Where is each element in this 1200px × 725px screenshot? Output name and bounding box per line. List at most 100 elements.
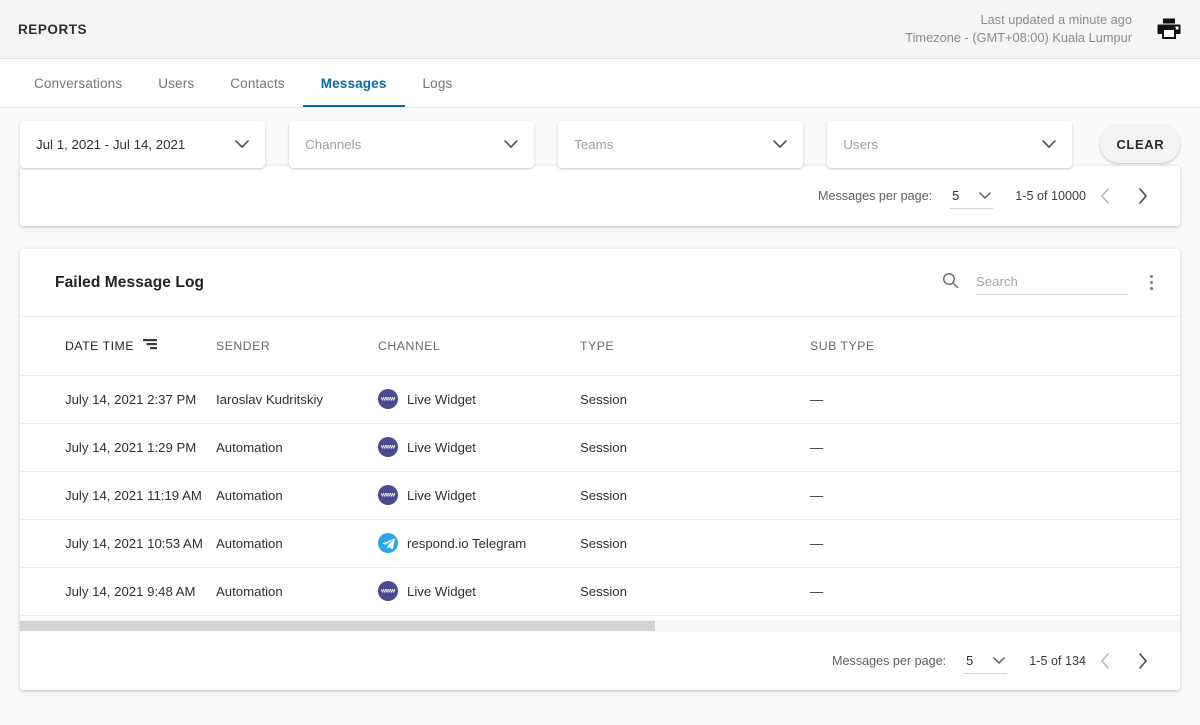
column-label: CHANNEL [378, 338, 441, 353]
log-page-size-select[interactable]: 5 [964, 649, 1008, 674]
cell-type: Session [580, 375, 810, 424]
tab-label: Users [158, 75, 195, 91]
chevron-right-icon [1139, 188, 1148, 204]
live-widget-icon: www [378, 389, 398, 409]
chevron-down-icon [490, 139, 519, 149]
cell-channel-label: Live Widget [407, 391, 476, 407]
search-icon[interactable] [942, 272, 959, 294]
search-input[interactable] [976, 270, 1128, 295]
log-card-title: Failed Message Log [55, 273, 205, 291]
top-paginator-next-button[interactable] [1124, 177, 1162, 215]
header-right: Last updated a minute ago Timezone - (GM… [905, 11, 1184, 47]
scrollbar-thumb[interactable] [20, 621, 655, 631]
cell-channel: www Live Widget [378, 471, 580, 520]
tab-messages[interactable]: Messages [302, 59, 405, 107]
telegram-icon [378, 533, 398, 553]
users-select[interactable]: Users [827, 120, 1073, 168]
log-card-footer: Messages per page: 5 1-5 of 134 [20, 632, 1180, 690]
log-paginator-prev-button[interactable] [1086, 642, 1124, 680]
column-label: TYPE [580, 338, 615, 353]
cell-channel: respond.io Telegram [378, 519, 580, 568]
cell-sub-type: — [810, 423, 1180, 472]
column-header-date-time[interactable]: DATE TIME [20, 317, 216, 376]
chevron-down-icon [759, 139, 788, 149]
tab-logs[interactable]: Logs [405, 59, 471, 107]
top-page-size-value: 5 [952, 187, 960, 203]
app-header: REPORTS Last updated a minute ago Timezo… [0, 0, 1200, 59]
top-paginator: Messages per page: 5 1-5 of 10000 [818, 177, 1180, 215]
cell-type: Session [580, 519, 810, 568]
chevron-right-icon [1139, 653, 1148, 669]
top-page-size-select[interactable]: 5 [950, 184, 994, 209]
cell-sender: Automation [216, 567, 378, 616]
cell-sub-type: — [810, 567, 1180, 616]
tab-contacts[interactable]: Contacts [212, 59, 302, 107]
search-box [942, 270, 1128, 295]
print-button[interactable] [1154, 14, 1184, 44]
cell-sender: Automation [216, 423, 378, 472]
table-row[interactable]: July 14, 2021 11:19 AM Automation www Li… [20, 471, 1180, 520]
log-paginator-range: 1-5 of 134 [1029, 654, 1086, 668]
live-widget-icon-label: www [381, 395, 395, 402]
top-paginator-range: 1-5 of 10000 [1015, 189, 1086, 203]
failed-message-log-table: DATE TIME SENDER CHANNEL TYPE SUB TYPE J… [20, 317, 1180, 616]
cell-sub-type: — [810, 519, 1180, 568]
live-widget-icon-label: www [381, 491, 395, 498]
top-paginator-label: Messages per page: [818, 189, 933, 203]
date-range-select[interactable]: Jul 1, 2021 - Jul 14, 2021 [20, 120, 266, 168]
top-paginator-prev-button[interactable] [1086, 177, 1124, 215]
messages-summary-card: Messages per page: 5 1-5 of 10000 [20, 166, 1180, 226]
chevron-down-icon [993, 653, 1006, 668]
table-body: July 14, 2021 2:37 PM Iaroslav Kudritski… [20, 375, 1180, 616]
column-label: SENDER [216, 338, 271, 353]
table-header: DATE TIME SENDER CHANNEL TYPE SUB TYPE [20, 317, 1180, 376]
cell-sub-type: — [810, 375, 1180, 424]
column-header-channel[interactable]: CHANNEL [378, 317, 580, 376]
log-paginator-label: Messages per page: [832, 654, 947, 668]
header-meta: Last updated a minute ago Timezone - (GM… [905, 11, 1132, 47]
column-header-type[interactable]: TYPE [580, 317, 810, 376]
table-row[interactable]: July 14, 2021 9:48 AM Automation www Liv… [20, 567, 1180, 616]
column-header-sender[interactable]: SENDER [216, 317, 378, 376]
table-row[interactable]: July 14, 2021 10:53 AM Automation respon… [20, 519, 1180, 568]
log-page-size-value: 5 [966, 652, 974, 668]
tab-label: Messages [320, 75, 387, 91]
chevron-down-icon [979, 188, 992, 203]
tab-conversations[interactable]: Conversations [16, 59, 140, 107]
cell-date-time: July 14, 2021 10:53 AM [20, 519, 216, 568]
cell-channel-label: Live Widget [407, 439, 476, 455]
cell-type: Session [580, 471, 810, 520]
timezone-text: Timezone - (GMT+08:00) Kuala Lumpur [905, 30, 1132, 45]
teams-placeholder: Teams [574, 136, 614, 152]
teams-select[interactable]: Teams [558, 120, 804, 168]
channels-select[interactable]: Channels [289, 120, 535, 168]
horizontal-scrollbar[interactable] [20, 620, 1180, 632]
printer-icon [1157, 18, 1181, 39]
log-table-container: DATE TIME SENDER CHANNEL TYPE SUB TYPE J… [20, 317, 1180, 620]
live-widget-icon-label: www [381, 587, 395, 594]
chevron-down-icon [1028, 139, 1057, 149]
cell-channel-label: Live Widget [407, 487, 476, 503]
cell-type: Session [580, 423, 810, 472]
column-label: SUB TYPE [810, 338, 875, 353]
clear-filters-button[interactable]: CLEAR [1100, 125, 1181, 163]
tab-users[interactable]: Users [140, 59, 212, 107]
failed-message-log-card: Failed Message Log DATE TIME [20, 249, 1180, 690]
tab-label: Contacts [230, 75, 285, 91]
cell-sender: Automation [216, 519, 378, 568]
cell-date-time: July 14, 2021 9:48 AM [20, 567, 216, 616]
chevron-left-icon [1100, 188, 1109, 204]
cell-channel: www Live Widget [378, 375, 580, 424]
column-header-sub-type[interactable]: SUB TYPE [810, 317, 1180, 376]
log-paginator: Messages per page: 5 1-5 of 134 [832, 642, 1180, 680]
cell-channel-label: respond.io Telegram [407, 535, 527, 551]
table-row[interactable]: July 14, 2021 2:37 PM Iaroslav Kudritski… [20, 375, 1180, 424]
tab-label: Logs [422, 75, 453, 91]
log-paginator-next-button[interactable] [1124, 642, 1162, 680]
more-vertical-icon[interactable] [1138, 268, 1164, 298]
cell-date-time: July 14, 2021 2:37 PM [20, 375, 216, 424]
cell-sub-type: — [810, 471, 1180, 520]
table-row[interactable]: July 14, 2021 1:29 PM Automation www Liv… [20, 423, 1180, 472]
users-placeholder: Users [843, 136, 879, 152]
sort-descending-icon [142, 338, 158, 353]
